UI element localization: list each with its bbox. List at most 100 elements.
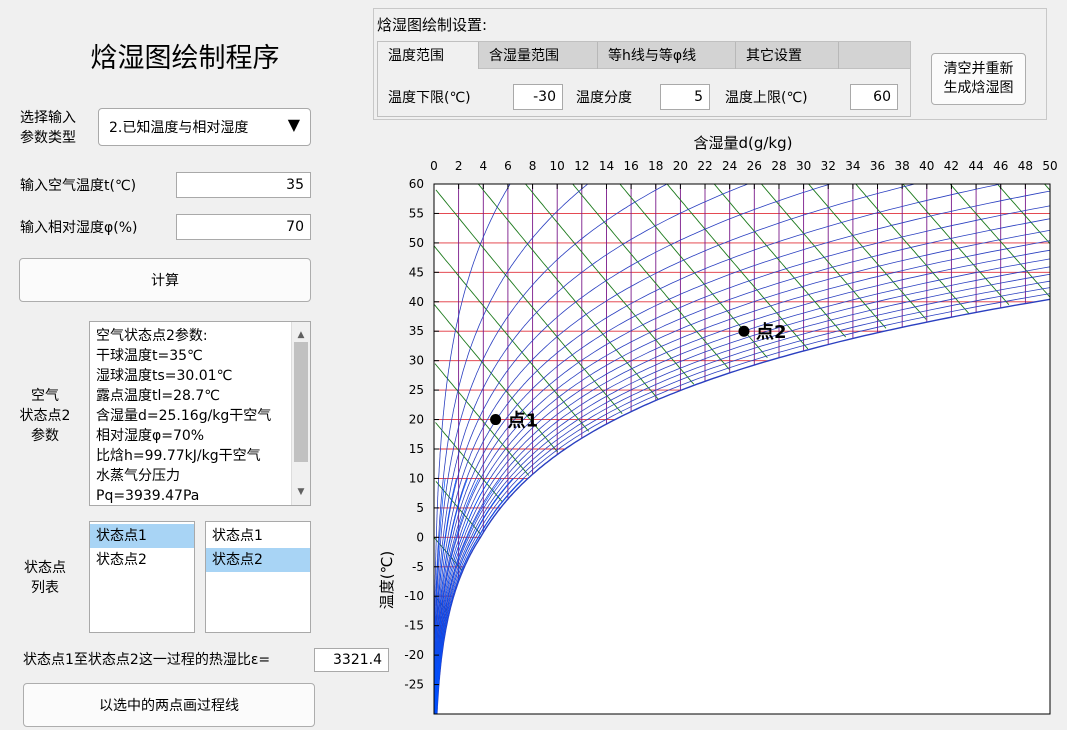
y-tick-label: 25 bbox=[409, 383, 424, 397]
state-point-marker[interactable] bbox=[490, 414, 502, 426]
y-tick-label: 40 bbox=[409, 295, 424, 309]
state-point-label: 点1 bbox=[508, 410, 539, 432]
x-tick-label: 20 bbox=[673, 159, 688, 173]
list-item[interactable]: 状态点2 bbox=[206, 548, 310, 572]
list-item[interactable]: 状态点1 bbox=[206, 524, 310, 548]
x-tick-label: 32 bbox=[821, 159, 836, 173]
temp-input[interactable]: 35 bbox=[176, 172, 311, 198]
y-tick-label: 55 bbox=[409, 206, 424, 220]
state-list-label: 状态点 列表 bbox=[24, 560, 66, 596]
tab-moisture-range[interactable]: 含湿量范围 bbox=[479, 42, 598, 69]
x-tick-label: 22 bbox=[697, 159, 712, 173]
ratio-label: 状态点1至状态点2这一过程的热湿比ε= bbox=[23, 652, 271, 668]
state-info-label: 空气 状态点2 参数 bbox=[19, 388, 71, 444]
tab-temperature-range[interactable]: 温度范围 bbox=[378, 42, 479, 69]
x-tick-label: 42 bbox=[944, 159, 959, 173]
state-info-line: Pq=3939.47Pa bbox=[96, 488, 200, 504]
x-tick-label: 14 bbox=[599, 159, 614, 173]
param-type-value: 2.已知温度与相对湿度 bbox=[109, 120, 249, 136]
y-tick-label: -5 bbox=[412, 560, 424, 574]
x-tick-label: 2 bbox=[455, 159, 463, 173]
y-tick-label: -25 bbox=[404, 678, 424, 692]
temp-label: 输入空气温度t(℃) bbox=[20, 178, 137, 194]
list-item[interactable]: 状态点2 bbox=[90, 548, 194, 572]
settings-tabs: 温度范围 含湿量范围 等h线与等φ线 其它设置 bbox=[377, 41, 911, 69]
x-tick-label: 12 bbox=[574, 159, 589, 173]
x-tick-label: 24 bbox=[722, 159, 737, 173]
x-tick-label: 26 bbox=[747, 159, 762, 173]
state-point-label: 点2 bbox=[756, 321, 787, 343]
state-list-1-items: 状态点1 状态点2 bbox=[90, 524, 194, 572]
y-tick-label: -10 bbox=[404, 589, 424, 603]
x-tick-label: 50 bbox=[1042, 159, 1057, 173]
temp-max-label: 温度上限(℃) bbox=[725, 90, 808, 106]
x-tick-label: 38 bbox=[895, 159, 910, 173]
settings-title: 焓湿图绘制设置: bbox=[377, 16, 488, 34]
y-tick-label: 0 bbox=[416, 530, 424, 544]
temp-min-input[interactable]: -30 bbox=[513, 84, 563, 110]
state-list-2[interactable]: 状态点1 状态点2 bbox=[205, 521, 311, 633]
tab-other-settings[interactable]: 其它设置 bbox=[736, 42, 839, 69]
x-tick-label: 34 bbox=[845, 159, 860, 173]
y-axis-label: 温度(℃) bbox=[378, 551, 396, 610]
state-info-line: 相对湿度φ=70% bbox=[96, 428, 205, 444]
state-info-line: 露点温度tl=28.7℃ bbox=[96, 388, 221, 404]
y-tick-label: 45 bbox=[409, 265, 424, 279]
x-tick-label: 6 bbox=[504, 159, 512, 173]
y-tick-label: 60 bbox=[409, 177, 424, 191]
psychrometric-chart: 含湿量d(g/kg) 温度(℃) 0 2 4 6 8 10 12 14 16 18 20 22 24 26… bbox=[378, 134, 1058, 715]
x-axis-label: 含湿量d(g/kg) bbox=[693, 134, 792, 152]
x-tick-label: 18 bbox=[648, 159, 663, 173]
regenerate-button[interactable]: 清空并重新 生成焓湿图 bbox=[931, 53, 1026, 105]
scroll-thumb[interactable] bbox=[294, 342, 308, 462]
y-tick-label: 10 bbox=[409, 471, 424, 485]
x-tick-label: 8 bbox=[529, 159, 537, 173]
y-tick-label: 35 bbox=[409, 324, 424, 338]
x-tick-label: 10 bbox=[550, 159, 565, 173]
y-tick-label: 30 bbox=[409, 354, 424, 368]
y-tick-label: 5 bbox=[416, 501, 424, 515]
calculate-button[interactable]: 计算 bbox=[19, 258, 311, 302]
x-tick-label: 16 bbox=[623, 159, 638, 173]
x-tick-label: 30 bbox=[796, 159, 811, 173]
rh-input[interactable]: 70 bbox=[176, 214, 311, 240]
x-tick-label: 4 bbox=[479, 159, 487, 173]
x-tick-label: 36 bbox=[870, 159, 885, 173]
state-info-line: 含湿量d=25.16g/kg干空气 bbox=[96, 408, 272, 424]
temp-step-input[interactable]: 5 bbox=[660, 84, 710, 110]
state-info-line: 湿球温度ts=30.01℃ bbox=[96, 368, 233, 384]
rh-label: 输入相对湿度φ(%) bbox=[20, 220, 138, 236]
app-title: 焓湿图绘制程序 bbox=[90, 43, 280, 74]
scroll-down-icon[interactable]: ▼ bbox=[292, 482, 310, 502]
y-tick-label: 15 bbox=[409, 442, 424, 456]
list-item[interactable]: 状态点1 bbox=[90, 524, 194, 548]
draw-process-button[interactable]: 以选中的两点画过程线 bbox=[23, 683, 315, 727]
y-tick-label: 50 bbox=[409, 236, 424, 250]
temp-min-label: 温度下限(℃) bbox=[388, 90, 471, 106]
param-type-select[interactable]: 2.已知温度与相对湿度 ▼ bbox=[98, 108, 311, 146]
temp-max-input[interactable]: 60 bbox=[850, 84, 898, 110]
info-scrollbar[interactable]: ▲ ▼ bbox=[291, 322, 310, 505]
x-tick-label: 0 bbox=[430, 159, 438, 173]
state-info-line: 空气状态点2参数: bbox=[96, 328, 208, 344]
state-info-line: 水蒸气分压力 bbox=[96, 468, 180, 484]
param-type-label: 选择输入 参数类型 bbox=[20, 110, 76, 146]
y-tick-label: -20 bbox=[404, 648, 424, 662]
y-tick-label: 20 bbox=[409, 413, 424, 427]
state-info-text: 空气状态点2参数: 干球温度t=35℃ 湿球温度ts=30.01℃ 露点温度tl=28… bbox=[96, 326, 310, 505]
state-info-line: 干球温度t=35℃ bbox=[96, 348, 203, 364]
chevron-down-icon: ▼ bbox=[287, 115, 300, 134]
x-tick-label: 40 bbox=[919, 159, 934, 173]
x-tick-label: 28 bbox=[771, 159, 786, 173]
y-tick-label: -15 bbox=[404, 619, 424, 633]
x-tick-label: 44 bbox=[968, 159, 983, 173]
state-info-box[interactable]: 空气状态点2参数: 干球温度t=35℃ 湿球温度ts=30.01℃ 露点温度tl=28… bbox=[89, 321, 311, 506]
x-tick-label: 46 bbox=[993, 159, 1008, 173]
temp-step-label: 温度分度 bbox=[576, 90, 632, 106]
tab-h-phi-lines[interactable]: 等h线与等φ线 bbox=[598, 42, 736, 69]
state-list-2-items: 状态点1 状态点2 bbox=[206, 524, 310, 572]
x-tick-label: 48 bbox=[1018, 159, 1033, 173]
state-point-marker[interactable] bbox=[738, 325, 750, 337]
state-info-line: 比焓h=99.77kJ/kg干空气 bbox=[96, 448, 261, 464]
state-list-1[interactable]: 状态点1 状态点2 bbox=[89, 521, 195, 633]
